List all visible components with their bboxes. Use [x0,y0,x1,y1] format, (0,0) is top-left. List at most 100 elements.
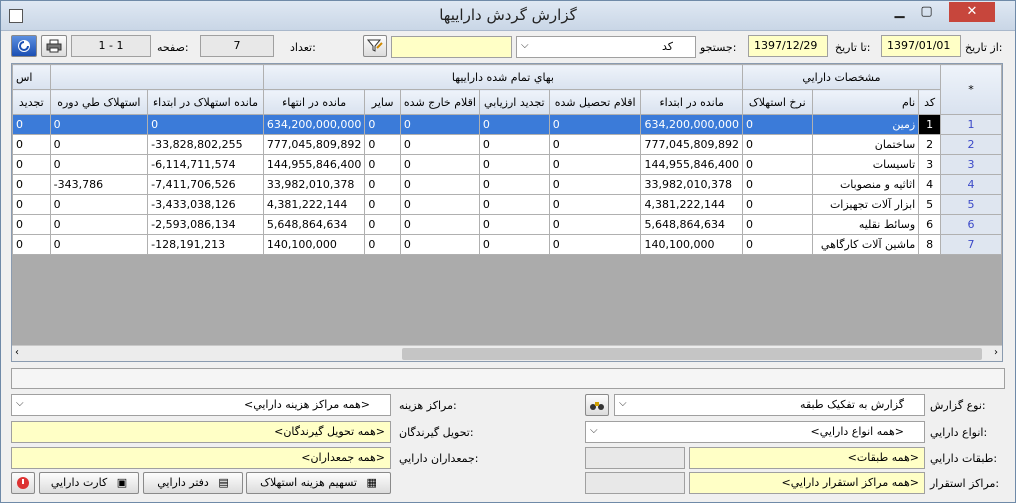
cell-period-dep[interactable]: 0 [49,214,149,235]
cell-opening-balance[interactable]: 5,648,864,634 [640,214,743,235]
cell-opening-balance[interactable]: 634,200,000,000 [640,114,743,135]
report-grid[interactable]: اس بهاي تمام شده داراییها مشخصات دارايي … [11,63,1003,362]
cell-period-dep[interactable]: 0 [49,194,149,215]
scroll-right-icon[interactable]: › [994,347,998,358]
cell-dep-rate[interactable]: 0 [741,174,813,195]
cell-opening-accum-dep[interactable]: -7,411,706,526 [147,174,264,195]
cell-renew[interactable]: 0 [12,154,51,175]
cell-rn[interactable]: 2 [939,134,1002,155]
cell-disposals[interactable]: 0 [399,174,480,195]
cell-other[interactable]: 0 [364,174,401,195]
exit-icon[interactable] [11,472,35,494]
to-date-input[interactable]: 1397/12/29 [748,35,828,57]
cell-code[interactable]: 5 [918,194,941,215]
cell-revaluation[interactable]: 0 [478,234,550,255]
cell-dep-rate[interactable]: 0 [741,154,813,175]
cell-rn[interactable]: 6 [939,214,1002,235]
scrollbar-thumb[interactable] [402,348,982,360]
cell-additions[interactable]: 0 [548,194,642,215]
allocate-dep-button[interactable]: تسهيم هزينه استهلاک ▦ [246,472,391,494]
col-revaluation[interactable]: تجديد ارزيابي [478,89,550,115]
cell-name[interactable]: وسائط نقليه [811,214,920,235]
asset-types-select[interactable]: <همه انواع دارايي> ⌵ [585,421,925,443]
table-row[interactable]: 0 0 -128,191,213 140,100,000 0 0 0 0 140,100,000… [12,234,1002,255]
cell-rn[interactable]: 4 [939,174,1002,195]
table-row[interactable]: 0 0 0 634,200,000,000 0 0 0 0 634,200,000,000 0 زم… [12,114,1002,135]
cell-period-dep[interactable]: 0 [49,234,149,255]
cell-opening-accum-dep[interactable]: -3,433,038,126 [147,194,264,215]
cell-renew[interactable]: 0 [12,234,51,255]
cell-other[interactable]: 0 [364,234,401,255]
cell-period-dep[interactable]: 0 [49,154,149,175]
maximize-icon[interactable]: ▢ [913,2,940,22]
cell-closing-balance[interactable]: 144,955,846,400 [262,154,366,175]
cell-code[interactable]: 3 [918,154,941,175]
cell-dep-rate[interactable]: 0 [741,194,813,215]
table-row[interactable]: 0 0 -6,114,711,574 144,955,846,400 0 0 0 0 144,9… [12,154,1002,175]
cell-code[interactable]: 6 [918,214,941,235]
cell-disposals[interactable]: 0 [399,114,480,135]
cell-disposals[interactable]: 0 [399,234,480,255]
asset-ledger-button[interactable]: دفتر دارايي ▤ [143,472,243,494]
cell-closing-balance[interactable]: 4,381,222,144 [262,194,366,215]
cell-period-dep[interactable]: -343,786 [49,174,149,195]
from-date-input[interactable]: 1397/01/01 [881,35,961,57]
cell-rn[interactable]: 5 [939,194,1002,215]
cell-closing-balance[interactable]: 33,982,010,378 [262,174,366,195]
cell-additions[interactable]: 0 [548,114,642,135]
cell-rn[interactable]: 7 [939,234,1002,255]
cell-renew[interactable]: 0 [12,174,51,195]
asset-card-button[interactable]: کارت دارايي ▣ [39,472,139,494]
cell-period-dep[interactable]: 0 [49,134,149,155]
cell-other[interactable]: 0 [364,114,401,135]
receivers-input[interactable]: <همه تحويل گيرندگان> [11,421,391,443]
cell-opening-balance[interactable]: 33,982,010,378 [640,174,743,195]
collectors-input[interactable]: <همه جمعداران> [11,447,391,469]
table-row[interactable]: 0 0 -2,593,086,134 5,648,864,634 0 0 0 0 5,648,8… [12,214,1002,235]
cell-opening-accum-dep[interactable]: -6,114,711,574 [147,154,264,175]
cell-name[interactable]: ساختمان [811,134,920,155]
table-row[interactable]: 0 0 -33,828,802,255 777,045,809,892 0 0 0 0 777,… [12,134,1002,155]
col-closing-balance[interactable]: مانده در انتهاء [262,89,366,115]
cell-opening-balance[interactable]: 777,045,809,892 [640,134,743,155]
cell-name[interactable]: زمين [811,114,920,135]
cell-opening-accum-dep[interactable]: -2,593,086,134 [147,214,264,235]
cell-opening-balance[interactable]: 144,955,846,400 [640,154,743,175]
cell-other[interactable]: 0 [364,134,401,155]
cell-name[interactable]: تاسيسات [811,154,920,175]
search-field-select[interactable]: کد ⌵ [516,36,696,58]
classes-input[interactable]: <همه طبقات> [689,447,925,469]
col-opening-balance[interactable]: مانده در ابتداء [640,89,743,115]
table-row[interactable]: 0 -343,786 -7,411,706,526 33,982,010,378 0 0 0… [12,174,1002,195]
cell-opening-balance[interactable]: 140,100,000 [640,234,743,255]
cell-renew[interactable]: 0 [12,194,51,215]
col-period-dep[interactable]: استهلاک طي دوره [49,89,149,115]
col-dep-rate[interactable]: نرخ استهلاک [741,89,813,115]
locations-input[interactable]: <همه مراکز استقرار دارايي> [689,472,925,494]
report-type-select[interactable]: گزارش به تفکيک طبقه ⌵ [614,394,925,416]
cell-dep-rate[interactable]: 0 [741,234,813,255]
binoculars-icon[interactable] [585,394,609,416]
cell-code[interactable]: 1 [918,114,941,135]
cell-dep-rate[interactable]: 0 [741,114,813,135]
cell-additions[interactable]: 0 [548,234,642,255]
cell-other[interactable]: 0 [364,154,401,175]
cell-period-dep[interactable]: 0 [49,114,149,135]
cell-revaluation[interactable]: 0 [478,214,550,235]
cell-opening-accum-dep[interactable]: 0 [147,114,264,135]
cell-additions[interactable]: 0 [548,154,642,175]
cell-additions[interactable]: 0 [548,174,642,195]
col-additions[interactable]: اقلام تحصيل شده [548,89,642,115]
cell-revaluation[interactable]: 0 [478,114,550,135]
refresh-icon[interactable] [11,35,37,57]
print-icon[interactable] [41,35,67,57]
horizontal-scrollbar[interactable]: ‹ › [12,345,1002,361]
cell-code[interactable]: 8 [918,234,941,255]
cell-closing-balance[interactable]: 777,045,809,892 [262,134,366,155]
scroll-left-icon[interactable]: ‹ [15,347,19,358]
close-icon[interactable]: ✕ [949,2,995,22]
cell-name[interactable]: ابزار آلات تجهيزات [811,194,920,215]
cell-name[interactable]: ماشين آلات کارگاهي [811,234,920,255]
cell-dep-rate[interactable]: 0 [741,214,813,235]
cell-other[interactable]: 0 [364,214,401,235]
